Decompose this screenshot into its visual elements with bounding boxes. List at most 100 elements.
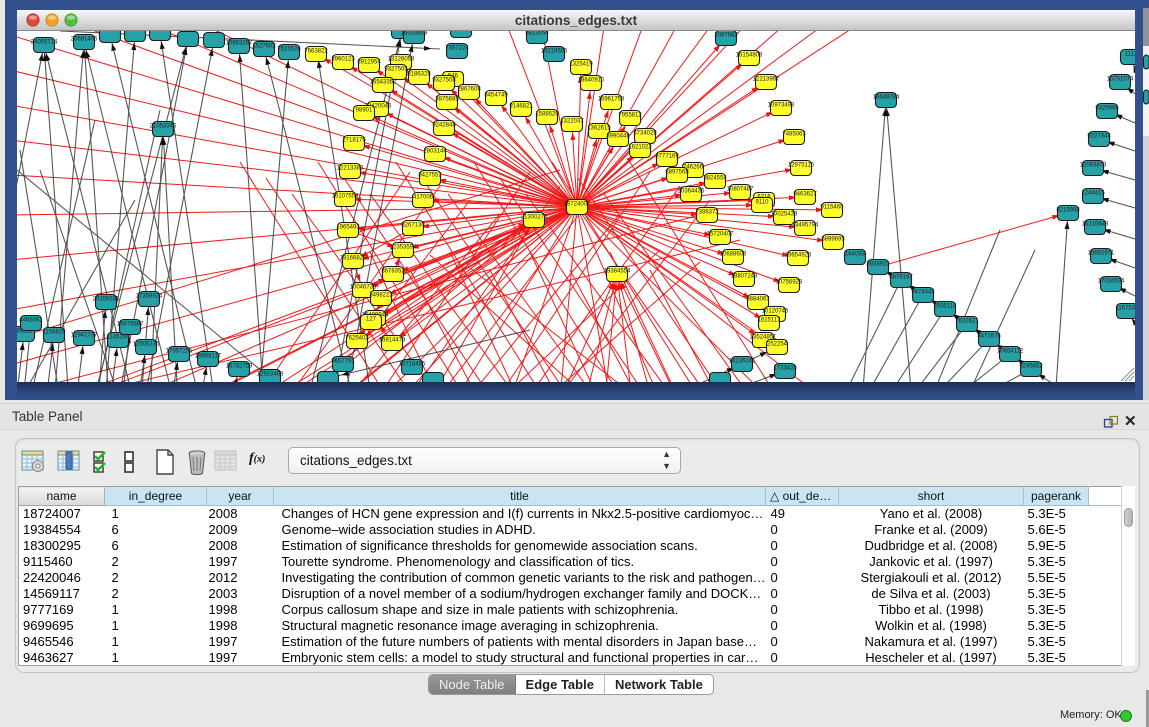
svg-text:20206535: 20206535 [93, 297, 120, 303]
svg-text:1362615: 1362615 [587, 126, 611, 132]
svg-text:12942737: 12942737 [71, 333, 98, 339]
svg-text:1965493: 1965493 [336, 225, 360, 231]
svg-text:16648784: 16648784 [873, 95, 900, 101]
svg-text:10973493: 10973493 [768, 103, 795, 109]
svg-text:6879197: 6879197 [889, 275, 913, 281]
svg-text:6734028: 6734028 [633, 131, 657, 137]
svg-text:12213967: 12213967 [753, 77, 780, 83]
svg-text:9329966: 9329966 [1095, 106, 1119, 112]
svg-text:8454749: 8454749 [484, 93, 508, 99]
svg-text:1621022: 1621022 [628, 145, 652, 151]
svg-text:7386372: 7386372 [695, 210, 719, 216]
svg-text:417006: 417006 [413, 195, 434, 201]
svg-text:9242848: 9242848 [432, 123, 456, 129]
svg-text:3824554: 3824554 [703, 176, 727, 182]
svg-text:15720407: 15720407 [707, 232, 734, 238]
svg-text:18724007: 18724007 [564, 202, 591, 208]
svg-text:19958117: 19958117 [195, 354, 222, 360]
svg-text:252254: 252254 [767, 342, 788, 348]
svg-text:164093: 164093 [845, 252, 866, 258]
svg-text:12923468: 12923468 [257, 372, 284, 378]
svg-text:98901: 98901 [356, 108, 373, 114]
svg-text:7625402: 7625402 [345, 336, 369, 342]
svg-text:17359924: 17359924 [136, 294, 163, 300]
svg-text:10807487: 10807487 [727, 187, 754, 193]
svg-text:8186328: 8186328 [407, 72, 431, 78]
svg-text:24055714: 24055714 [31, 40, 58, 46]
svg-text:10756928: 10756928 [776, 280, 803, 286]
svg-text:14136141: 14136141 [729, 359, 756, 365]
svg-text:17016504: 17016504 [1098, 279, 1125, 285]
svg-text:16154808: 16154808 [736, 53, 763, 59]
svg-text:12093873: 12093873 [1080, 163, 1107, 169]
svg-text:6899695: 6899695 [821, 237, 845, 243]
svg-text:7663822: 7663822 [304, 49, 328, 55]
svg-text:15716485: 15716485 [399, 362, 426, 368]
svg-text:7515526: 7515526 [277, 47, 301, 53]
svg-text:1322037: 1322037 [560, 119, 584, 125]
svg-text:21053346: 21053346 [150, 124, 177, 130]
svg-text:9327508: 9327508 [432, 78, 456, 84]
svg-text:16782759: 16782759 [226, 364, 253, 370]
svg-text:7357224: 7357224 [445, 46, 469, 52]
svg-text:15751074: 15751074 [1107, 77, 1134, 83]
svg-text:20691406: 20691406 [71, 37, 98, 43]
svg-text:9657791: 9657791 [331, 359, 355, 365]
svg-text:9327505: 9327505 [384, 67, 408, 73]
svg-text:8215958: 8215958 [1056, 208, 1080, 214]
svg-text:2935114: 2935114 [934, 304, 958, 310]
svg-text:9777169: 9777169 [655, 154, 679, 160]
svg-text:1145194: 1145194 [107, 335, 131, 341]
svg-text:16914479: 16914479 [379, 338, 406, 344]
svg-text:7955812: 7955812 [618, 113, 642, 119]
svg-text:1733426: 1733426 [773, 366, 797, 372]
svg-text:16107553: 16107553 [332, 194, 359, 200]
svg-text:2718176: 2718176 [342, 138, 366, 144]
svg-text:18640910: 18640910 [578, 78, 605, 84]
svg-text:16543362: 16543362 [370, 80, 397, 86]
svg-text:127: 127 [366, 317, 377, 323]
svg-text:12213383: 12213383 [337, 166, 364, 172]
svg-text:3875685: 3875685 [435, 97, 459, 103]
svg-text:19654923: 19654923 [785, 253, 812, 259]
svg-text:4465061: 4465061 [19, 318, 43, 324]
svg-text:9110: 9110 [756, 200, 770, 206]
svg-text:13495794: 13495794 [792, 223, 819, 229]
svg-text:8912954: 8912954 [357, 60, 381, 66]
svg-text:12353594: 12353594 [390, 245, 417, 251]
svg-text:6897568: 6897568 [665, 170, 689, 176]
svg-text:1527602: 1527602 [252, 44, 276, 50]
svg-text:3498222: 3498222 [369, 293, 393, 299]
svg-text:17957255: 17957255 [166, 349, 193, 355]
svg-text:8938923: 8938923 [866, 262, 890, 268]
svg-text:9463627: 9463627 [793, 192, 817, 198]
svg-text:12975115: 12975115 [788, 163, 815, 169]
svg-text:8678352: 8678352 [381, 269, 405, 275]
svg-text:9115460: 9115460 [821, 205, 845, 211]
svg-text:1244415: 1244415 [1081, 191, 1105, 197]
svg-text:2087682: 2087682 [714, 33, 738, 39]
svg-text:9474444: 9474444 [911, 290, 935, 296]
svg-text:10025438: 10025438 [771, 212, 798, 218]
svg-text:10046736: 10046736 [350, 285, 377, 291]
svg-text:19218506: 19218506 [541, 49, 568, 55]
svg-text:8960123: 8960123 [331, 57, 355, 63]
svg-text:16033809: 16033809 [401, 31, 428, 37]
svg-text:7632621: 7632621 [955, 319, 979, 325]
svg-text:21300273: 21300273 [521, 215, 548, 221]
svg-text:1325419: 1325419 [569, 62, 593, 68]
svg-text:8427552: 8427552 [418, 173, 442, 179]
svg-text:10120746: 10120746 [762, 309, 789, 315]
svg-text:16961758: 16961758 [598, 97, 625, 103]
svg-text:9884067: 9884067 [746, 297, 770, 303]
svg-text:13226058: 13226058 [388, 57, 415, 63]
svg-text:19384554: 19384554 [604, 269, 631, 275]
svg-text:8813054: 8813054 [525, 31, 549, 37]
svg-text:9245652: 9245652 [1019, 364, 1043, 370]
svg-text:19166825: 19166825 [340, 256, 367, 262]
svg-text:10654112: 10654112 [997, 349, 1024, 355]
svg-text:1156829: 1156829 [43, 330, 67, 336]
svg-text:18807249: 18807249 [731, 274, 758, 280]
svg-text:1615112: 1615112 [758, 318, 782, 324]
svg-text:19975887: 19975887 [117, 322, 144, 328]
